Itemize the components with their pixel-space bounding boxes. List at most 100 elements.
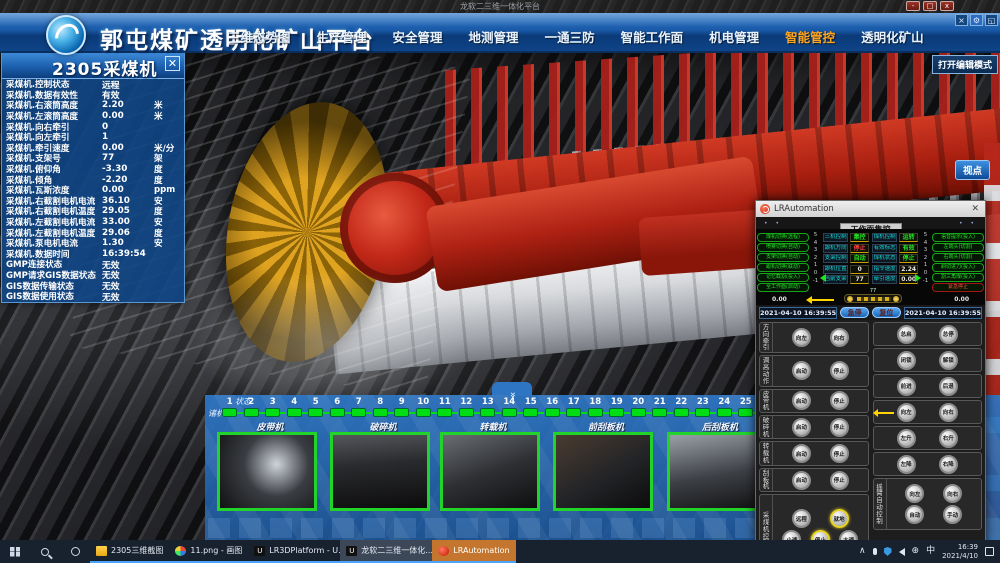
minimize-button[interactable]: - — [906, 1, 920, 11]
function-button[interactable]: 跟机切换(联动) — [757, 263, 809, 272]
function-button[interactable]: 记忆截割(投入) — [757, 273, 809, 282]
close-button[interactable]: x — [940, 1, 954, 11]
round-control-button[interactable]: 启动 — [792, 418, 811, 437]
nav-item-8[interactable]: 智能管控 — [785, 27, 835, 46]
channel-cell[interactable]: 15 — [520, 397, 542, 417]
round-control-button[interactable]: 前进 — [897, 377, 916, 396]
round-control-button[interactable]: 远程 — [792, 509, 811, 528]
camera-thumbnail[interactable] — [667, 432, 767, 511]
notification-center-icon[interactable] — [985, 547, 994, 556]
round-control-button[interactable]: 左升 — [897, 429, 916, 448]
channel-cell[interactable]: 4 — [284, 397, 306, 417]
round-control-button[interactable]: 停止 — [830, 418, 849, 437]
nav-item-9[interactable]: 透明化矿山 — [861, 27, 924, 46]
round-control-button[interactable]: 自动 — [905, 505, 924, 524]
round-control-button[interactable]: 向右 — [943, 484, 962, 503]
channel-cell[interactable]: 18 — [585, 397, 607, 417]
nav-item-7[interactable]: 机电管理 — [709, 27, 759, 46]
network-icon[interactable]: ⊕ — [912, 547, 920, 556]
strip-collapse-tab[interactable]: » — [492, 382, 532, 395]
channel-cell[interactable]: 17 — [563, 397, 585, 417]
round-control-button[interactable]: 向右 — [830, 328, 849, 347]
estop-pill-button[interactable]: 急停 — [840, 307, 869, 318]
nav-item-3[interactable]: 安全管理 — [393, 27, 443, 46]
round-control-button[interactable]: 手动 — [943, 505, 962, 524]
channel-cell[interactable]: 12 — [456, 397, 478, 417]
taskbar-app[interactable]: ULR3DPlatform - U... — [248, 540, 340, 563]
gear-icon[interactable]: ⚙ — [970, 14, 983, 26]
cortana-button[interactable] — [60, 540, 90, 563]
round-control-button[interactable]: 就地 — [830, 509, 849, 528]
round-control-button[interactable]: 总停 — [939, 325, 958, 344]
nav-item-1[interactable]: 三维态势图 — [228, 27, 291, 46]
channel-cell[interactable]: 1 — [219, 397, 241, 417]
microphone-icon[interactable] — [873, 548, 877, 555]
tray-expand-icon[interactable]: ∧ — [859, 547, 866, 556]
function-button[interactable]: 语音提示(投入) — [932, 233, 984, 242]
channel-cell[interactable]: 10 — [413, 397, 435, 417]
viewpoint-button[interactable]: 视点 — [955, 160, 990, 180]
round-control-button[interactable]: 向左 — [792, 328, 811, 347]
close-icon[interactable]: ✕ — [969, 204, 981, 214]
round-control-button[interactable]: 闭锁 — [897, 351, 916, 370]
channel-cell[interactable]: 23 — [692, 397, 714, 417]
open-edit-mode-button[interactable]: 打开编辑模式 — [932, 55, 998, 74]
round-control-button[interactable]: 停止 — [830, 361, 849, 380]
lrautomation-titlebar[interactable]: LRAutomation ✕ — [756, 201, 985, 217]
channel-cell[interactable]: 21 — [649, 397, 671, 417]
round-control-button[interactable]: 向右 — [939, 403, 958, 422]
reset-pill-button[interactable]: 复位 — [872, 307, 901, 318]
round-control-button[interactable]: 总启 — [897, 325, 916, 344]
round-control-button[interactable]: 向左 — [905, 484, 924, 503]
tools-icon[interactable]: ⨯ — [955, 14, 968, 26]
nav-item-2[interactable]: 生产管理 — [317, 27, 367, 46]
channel-cell[interactable]: 11 — [434, 397, 456, 417]
taskbar-clock[interactable]: 16:39 2021/4/10 — [942, 543, 978, 561]
maximize-button[interactable]: □ — [923, 1, 937, 11]
taskbar-app[interactable]: U龙软二三维一体化... — [340, 540, 432, 563]
taskbar-app[interactable]: LRAutomation — [432, 540, 515, 563]
channel-cell[interactable]: 9 — [391, 397, 413, 417]
taskbar-app[interactable]: 2305三维截图 — [90, 540, 169, 563]
nav-item-5[interactable]: 一通三防 — [545, 27, 595, 46]
function-button[interactable]: 右端头(切割) — [932, 253, 984, 262]
resize-icon[interactable]: ◱ — [985, 14, 998, 26]
function-button[interactable]: 支架切换(自动) — [757, 253, 809, 262]
channel-cell[interactable]: 19 — [606, 397, 628, 417]
channel-cell[interactable]: 16 — [542, 397, 564, 417]
round-control-button[interactable]: 解锁 — [939, 351, 958, 370]
start-button[interactable] — [0, 540, 30, 563]
function-button[interactable]: 左端头(切割) — [932, 243, 984, 252]
function-button[interactable]: 斜切进刀(投入) — [932, 263, 984, 272]
channel-cell[interactable]: 20 — [628, 397, 650, 417]
channel-cell[interactable]: 2 — [241, 397, 263, 417]
camera-thumbnail[interactable] — [553, 432, 653, 511]
camera-thumbnail[interactable] — [217, 432, 317, 511]
camera-thumbnail[interactable] — [330, 432, 430, 511]
round-control-button[interactable]: 停止 — [830, 444, 849, 463]
os-window-titlebar[interactable]: 龙软二三维一体化平台 - □ x — [0, 0, 1000, 13]
channel-cell[interactable]: 6 — [327, 397, 349, 417]
function-button[interactable]: 喷雾切换(自动) — [757, 243, 809, 252]
round-control-button[interactable]: 向左 — [897, 403, 916, 422]
round-control-button[interactable]: 后退 — [939, 377, 958, 396]
channel-cell[interactable]: 5 — [305, 397, 327, 417]
channel-cell[interactable]: 24 — [714, 397, 736, 417]
round-control-button[interactable]: 启动 — [792, 444, 811, 463]
channel-cell[interactable]: 7 — [348, 397, 370, 417]
channel-cell[interactable]: 14 — [499, 397, 521, 417]
security-shield-icon[interactable] — [884, 547, 892, 556]
nav-item-6[interactable]: 智能工作面 — [621, 27, 684, 46]
round-control-button[interactable]: 右升 — [939, 429, 958, 448]
channel-cell[interactable]: 13 — [477, 397, 499, 417]
round-control-button[interactable]: 停止 — [830, 391, 849, 410]
round-control-button[interactable]: 启动 — [792, 391, 811, 410]
taskbar-app[interactable]: 11.png - 画图 — [169, 540, 248, 563]
function-button[interactable]: 割三角煤(投入) — [932, 273, 984, 282]
function-button[interactable]: 煤机切换(远程) — [757, 233, 809, 242]
round-control-button[interactable]: 启动 — [792, 361, 811, 380]
channel-cell[interactable]: 25 — [735, 397, 757, 417]
channel-cell[interactable]: 3 — [262, 397, 284, 417]
round-control-button[interactable]: 右降 — [939, 455, 958, 474]
round-control-button[interactable]: 停止 — [830, 471, 849, 490]
